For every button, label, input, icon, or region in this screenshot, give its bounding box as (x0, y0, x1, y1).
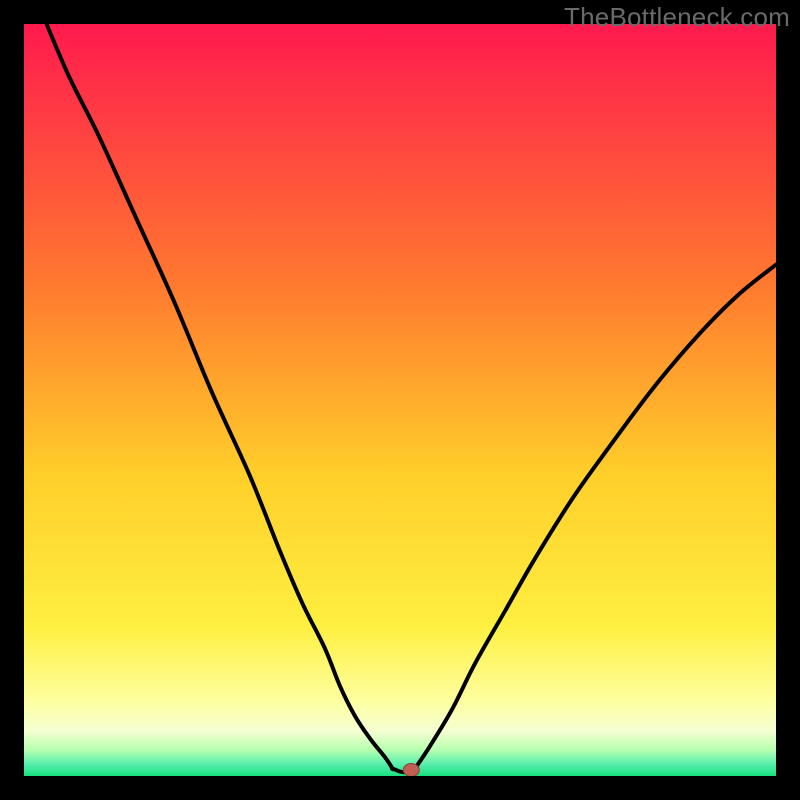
watermark-text: TheBottleneck.com (564, 2, 790, 33)
optimal-point-marker (403, 763, 419, 776)
bottleneck-chart (24, 24, 776, 776)
gradient-background (24, 24, 776, 776)
chart-frame (24, 24, 776, 776)
